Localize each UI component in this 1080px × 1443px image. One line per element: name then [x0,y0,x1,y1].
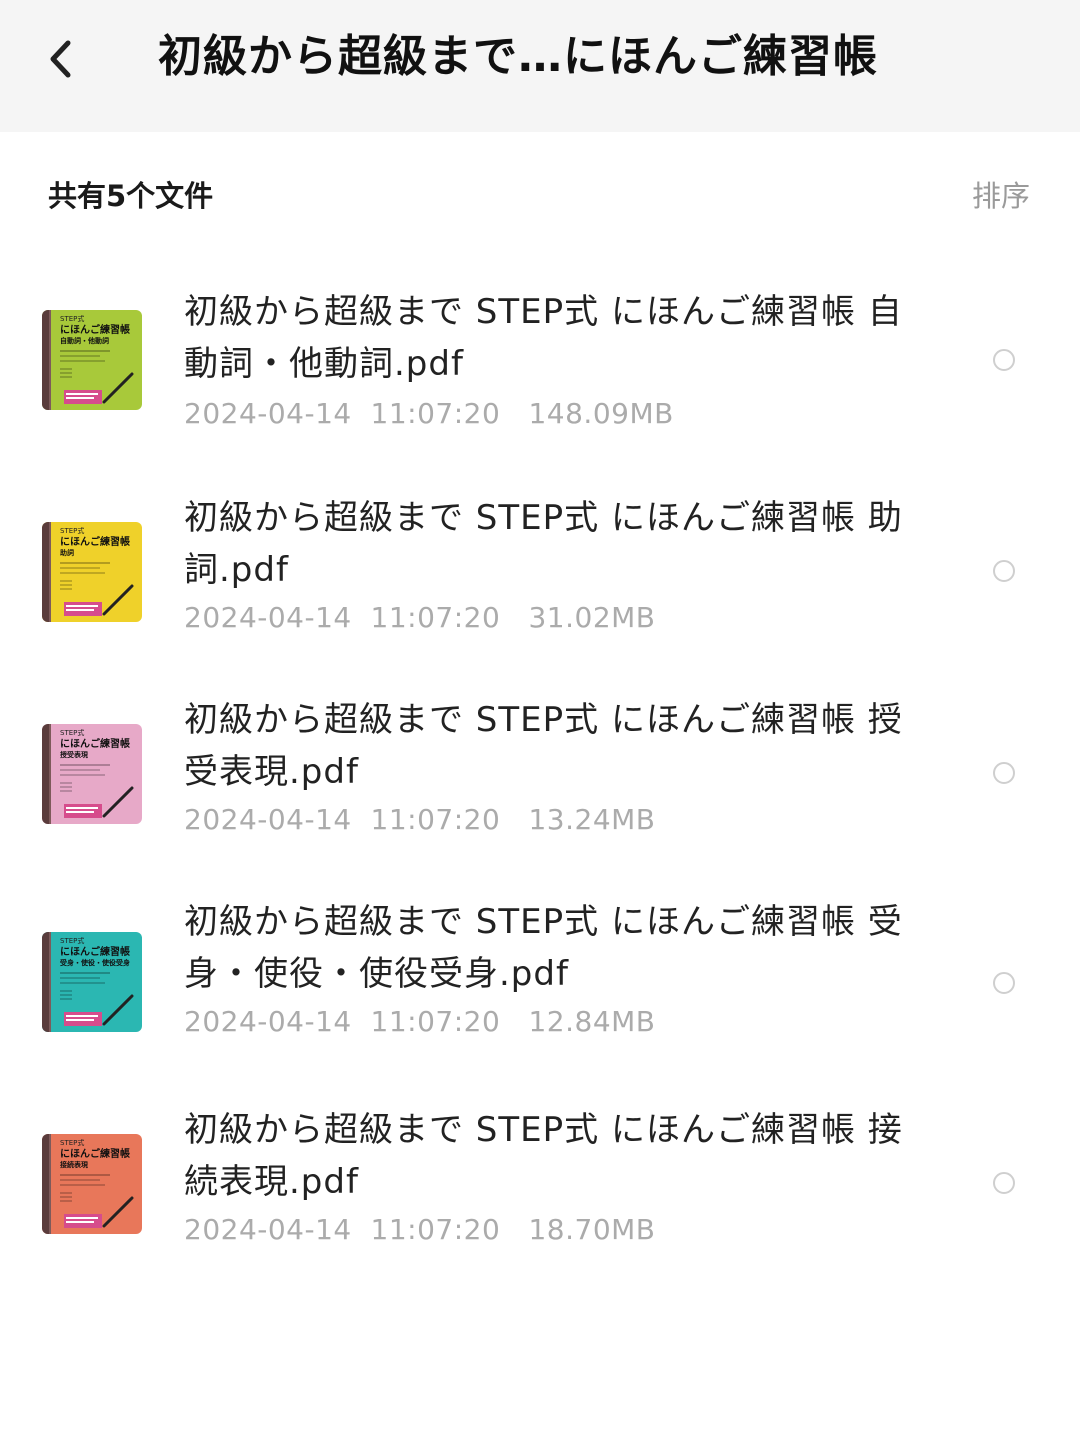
file-date: 2024-04-14 11:07:20 [184,1213,501,1246]
file-meta: 2024-04-14 11:07:20 148.09MB [184,397,674,430]
file-meta: 2024-04-14 11:07:20 12.84MB [184,1005,656,1038]
page-title: 初級から超級まで…にほんご練習帳 [158,31,878,82]
top-bar: 初級から超級まで…にほんご練習帳 [0,0,1080,132]
meta-separator [500,1005,528,1038]
svg-text:自動詞・他動詞: 自動詞・他動詞 [60,336,109,345]
svg-text:授受表現: 授受表現 [60,750,88,759]
meta-separator [500,1213,528,1246]
file-name: 初級から超級まで STEP式 にほんご練習帳 接続表現.pdf [184,1110,903,1202]
back-button[interactable] [38,34,88,84]
file-size: 18.70MB [528,1213,656,1246]
svg-text:にほんご練習帳: にほんご練習帳 [60,945,130,958]
file-name: 初級から超級まで STEP式 にほんご練習帳 受身・使役・使役受身.pdf [184,902,903,994]
sort-button[interactable]: 排序 [972,173,1030,215]
file-row[interactable]: STEP式 にほんご練習帳 受身・使役・使役受身 初級から超級まで STEP式 にほん… [0,882,1080,1062]
svg-text:STEP式: STEP式 [60,526,84,535]
svg-text:接続表現: 接続表現 [60,1160,88,1169]
file-size: 31.02MB [528,601,656,634]
select-radio[interactable] [993,560,1015,582]
file-row[interactable]: STEP式 にほんご練習帳 接続表現 初級から超級まで STEP式 にほんご練習帳 接… [0,1090,1080,1270]
meta-separator [500,397,528,430]
file-name: 初級から超級まで STEP式 にほんご練習帳 自動詞・他動詞.pdf [184,292,903,384]
svg-text:受身・使役・使役受身: 受身・使役・使役受身 [60,958,130,967]
svg-text:助詞: 助詞 [60,548,74,557]
select-radio[interactable] [993,349,1015,371]
file-row[interactable]: STEP式 にほんご練習帳 授受表現 初級から超級まで STEP式 にほんご練習帳 授… [0,680,1080,860]
pdf-cover-thumbnail: STEP式 にほんご練習帳 授受表現 [42,724,142,824]
pdf-cover-thumbnail: STEP式 にほんご練習帳 受身・使役・使役受身 [42,932,142,1032]
file-name: 初級から超級まで STEP式 にほんご練習帳 授受表現.pdf [184,700,903,792]
pdf-cover-thumbnail: STEP式 にほんご練習帳 助詞 [42,522,142,622]
svg-text:にほんご練習帳: にほんご練習帳 [60,1147,130,1160]
file-meta: 2024-04-14 11:07:20 13.24MB [184,803,656,836]
file-row[interactable]: STEP式 にほんご練習帳 助詞 初級から超級まで STEP式 にほんご練習帳 助詞.… [0,478,1080,658]
file-size: 12.84MB [528,1005,656,1038]
file-date: 2024-04-14 11:07:20 [184,1005,501,1038]
svg-text:STEP式: STEP式 [60,314,84,323]
file-size: 13.24MB [528,803,656,836]
file-meta: 2024-04-14 11:07:20 18.70MB [184,1213,656,1246]
file-count-label: 共有5个文件 [48,179,214,213]
meta-separator [500,803,528,836]
svg-text:STEP式: STEP式 [60,1138,84,1147]
select-radio[interactable] [993,1172,1015,1194]
svg-text:にほんご練習帳: にほんご練習帳 [60,323,130,336]
svg-text:STEP式: STEP式 [60,728,84,737]
select-radio[interactable] [993,762,1015,784]
file-size: 148.09MB [528,397,674,430]
file-name: 初級から超級まで STEP式 にほんご練習帳 助詞.pdf [184,498,903,590]
meta-separator [500,601,528,634]
pdf-cover-thumbnail: STEP式 にほんご練習帳 接続表現 [42,1134,142,1234]
file-date: 2024-04-14 11:07:20 [184,397,501,430]
svg-text:STEP式: STEP式 [60,936,84,945]
pdf-cover-thumbnail: STEP式 にほんご練習帳 自動詞・他動詞 [42,310,142,410]
svg-text:にほんご練習帳: にほんご練習帳 [60,535,130,548]
file-row[interactable]: STEP式 にほんご練習帳 自動詞・他動詞 初級から超級まで STEP式 にほんご練習… [0,272,1080,452]
file-date: 2024-04-14 11:07:20 [184,803,501,836]
file-meta: 2024-04-14 11:07:20 31.02MB [184,601,656,634]
select-radio[interactable] [993,972,1015,994]
file-date: 2024-04-14 11:07:20 [184,601,501,634]
svg-text:にほんご練習帳: にほんご練習帳 [60,737,130,750]
chevron-left-icon [50,40,71,78]
